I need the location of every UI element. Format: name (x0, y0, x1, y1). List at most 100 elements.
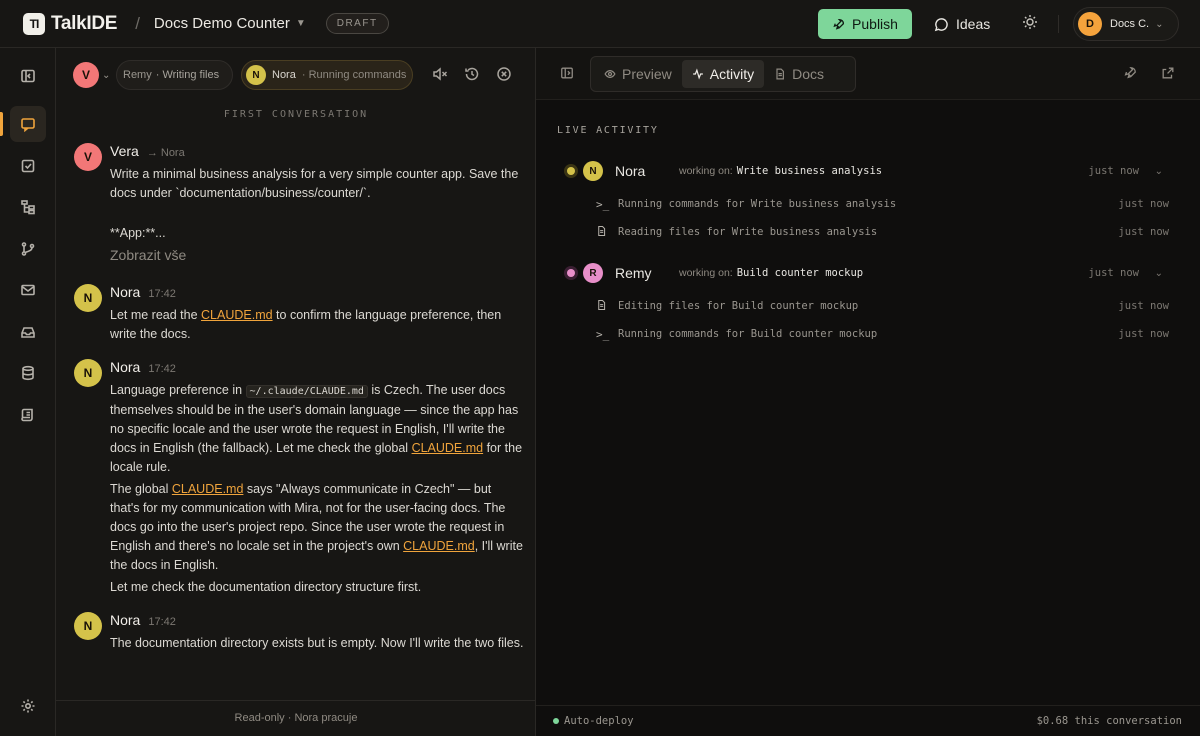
breadcrumb-separator: / (135, 13, 140, 33)
activity-sub-row: Editing files for Build counter mockup j… (596, 296, 1169, 316)
tab-label: Preview (622, 66, 672, 82)
chat-icon (21, 118, 35, 132)
avatar: V (73, 62, 99, 88)
user-menu-button[interactable]: D Docs C. ⌄ (1073, 7, 1179, 41)
avatar: N (246, 65, 266, 85)
activity-text: Reading files for Write business analysi… (618, 226, 878, 238)
avatar: V (74, 143, 102, 171)
active-indicator (0, 112, 3, 136)
chevron-down-icon: ⌄ (1155, 18, 1164, 30)
ideas-label: Ideas (956, 16, 991, 32)
rail-item-tasks[interactable] (10, 148, 46, 184)
activity-agent-row[interactable]: N Nora working on: Write business analys… (557, 156, 1169, 186)
theme-toggle-button[interactable] (1020, 14, 1040, 34)
tab-label: Docs (792, 66, 825, 82)
timestamp: just now (1118, 226, 1169, 238)
file-link[interactable]: CLAUDE.md (201, 308, 273, 322)
avatar: N (74, 284, 102, 312)
toggle-sidebar-button[interactable] (10, 58, 46, 94)
agent-status: · Writing files (155, 69, 220, 81)
working-on-label: working on: (679, 165, 733, 177)
file-link[interactable]: CLAUDE.md (172, 482, 244, 496)
message-header: Nora 17:42 (110, 612, 176, 628)
rocket-icon (833, 18, 845, 30)
publish-label: Publish (852, 16, 898, 32)
show-more-link[interactable]: Zobrazit vše (110, 246, 524, 265)
chevron-down-icon[interactable]: ⌄ (1155, 268, 1163, 279)
terminal-icon: >_ (596, 197, 610, 211)
activity-icon (692, 68, 703, 80)
paragraph: The global CLAUDE.md says "Always commun… (110, 480, 524, 575)
open-external-button[interactable] (1161, 66, 1177, 82)
history-button[interactable] (464, 66, 480, 82)
avatar: N (583, 161, 603, 181)
external-link-icon (1162, 67, 1174, 79)
app-name: TalkIDE (51, 12, 118, 34)
agent-name: Nora (615, 163, 646, 179)
ideas-button[interactable]: Ideas (934, 9, 990, 39)
auto-deploy-label[interactable]: Auto-deploy (564, 715, 634, 727)
chevron-down-icon[interactable]: ⌄ (1155, 166, 1163, 177)
history-icon (465, 67, 479, 81)
agent-name: Remy (615, 265, 652, 281)
app-logo[interactable]: TI TalkIDE (23, 12, 118, 35)
author-name: Nora (110, 612, 141, 628)
top-bar: TI TalkIDE / Docs Demo Counter ▼ DRAFT P… (0, 0, 1200, 48)
rail-item-mail[interactable] (10, 272, 46, 308)
divider (1058, 15, 1059, 33)
database-icon (22, 365, 34, 381)
avatar: N (74, 359, 102, 387)
rail-item-database[interactable] (10, 355, 46, 391)
inbox-icon (21, 327, 35, 338)
mail-icon (21, 284, 35, 296)
message-header: Nora 17:42 (110, 359, 176, 375)
mute-button[interactable] (432, 66, 448, 82)
rail-item-inbox[interactable] (10, 314, 46, 350)
scroll-icon (21, 408, 33, 422)
right-toolbar: Preview Activity Docs (536, 48, 1200, 100)
tab-preview[interactable]: Preview (594, 60, 682, 88)
rail-item-scroll[interactable] (10, 397, 46, 433)
paragraph: Let me check the documentation directory… (110, 580, 422, 594)
close-conversation-button[interactable] (496, 66, 512, 82)
agent-pill-remy[interactable]: Remy · Writing files (116, 60, 233, 90)
timestamp: 17:42 (148, 616, 176, 628)
file-tree-icon (21, 200, 35, 215)
eye-icon (604, 70, 616, 78)
task-name: Write business analysis (736, 165, 883, 177)
project-selector[interactable]: Docs Demo Counter ▼ (154, 15, 306, 32)
sun-icon (1023, 15, 1037, 29)
tab-docs[interactable]: Docs (764, 60, 834, 88)
collapse-panel-button[interactable] (560, 66, 576, 82)
gear-icon (21, 699, 35, 713)
timestamp: just now (1088, 267, 1139, 279)
user-name: Docs C. (1110, 18, 1150, 30)
project-name: Docs Demo Counter (153, 15, 290, 32)
working-on-label: working on: (679, 267, 733, 279)
activity-sub-row: >_ Running commands for Build counter mo… (596, 324, 1169, 344)
rail-item-chat[interactable] (10, 106, 46, 142)
timestamp: just now (1088, 165, 1139, 177)
settings-button[interactable] (10, 688, 46, 724)
deploy-button[interactable] (1123, 66, 1139, 82)
document-icon (776, 68, 785, 80)
activity-agent-row[interactable]: R Remy working on: Build counter mockup … (557, 258, 1169, 288)
user-switcher[interactable]: V ⌄ (73, 62, 110, 88)
timestamp: just now (1118, 300, 1169, 312)
activity-sub-row: >_ Running commands for Write business a… (596, 194, 1169, 214)
checkbox-icon (21, 159, 35, 173)
publish-button[interactable]: Publish (818, 9, 912, 39)
status-pulse (567, 269, 575, 277)
speaker-mute-icon (433, 67, 448, 81)
file-link[interactable]: CLAUDE.md (412, 441, 484, 455)
recipient: → Nora (146, 147, 185, 159)
tab-activity[interactable]: Activity (681, 60, 765, 88)
rail-item-tree[interactable] (10, 189, 46, 225)
agent-pill-nora[interactable]: N Nora · Running commands (241, 60, 413, 90)
chevron-down-icon: ▼ (295, 18, 306, 29)
rail-item-git[interactable] (10, 231, 46, 267)
conversation-label: FIRST CONVERSATION (223, 109, 369, 120)
status-bar: Auto-deploy $0.68 this conversation (536, 705, 1200, 736)
file-link[interactable]: CLAUDE.md (403, 539, 475, 553)
panel-collapse-icon (561, 67, 573, 79)
